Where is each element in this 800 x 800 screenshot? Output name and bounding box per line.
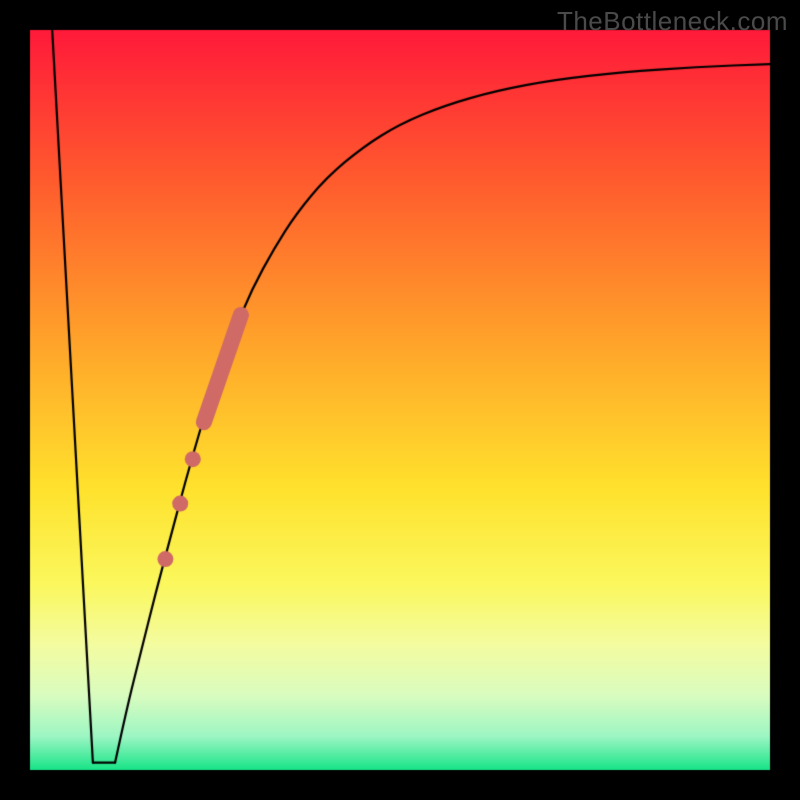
chart-frame: TheBottleneck.com [0,0,800,800]
chart-canvas [0,0,800,800]
watermark-text: TheBottleneck.com [557,6,788,37]
